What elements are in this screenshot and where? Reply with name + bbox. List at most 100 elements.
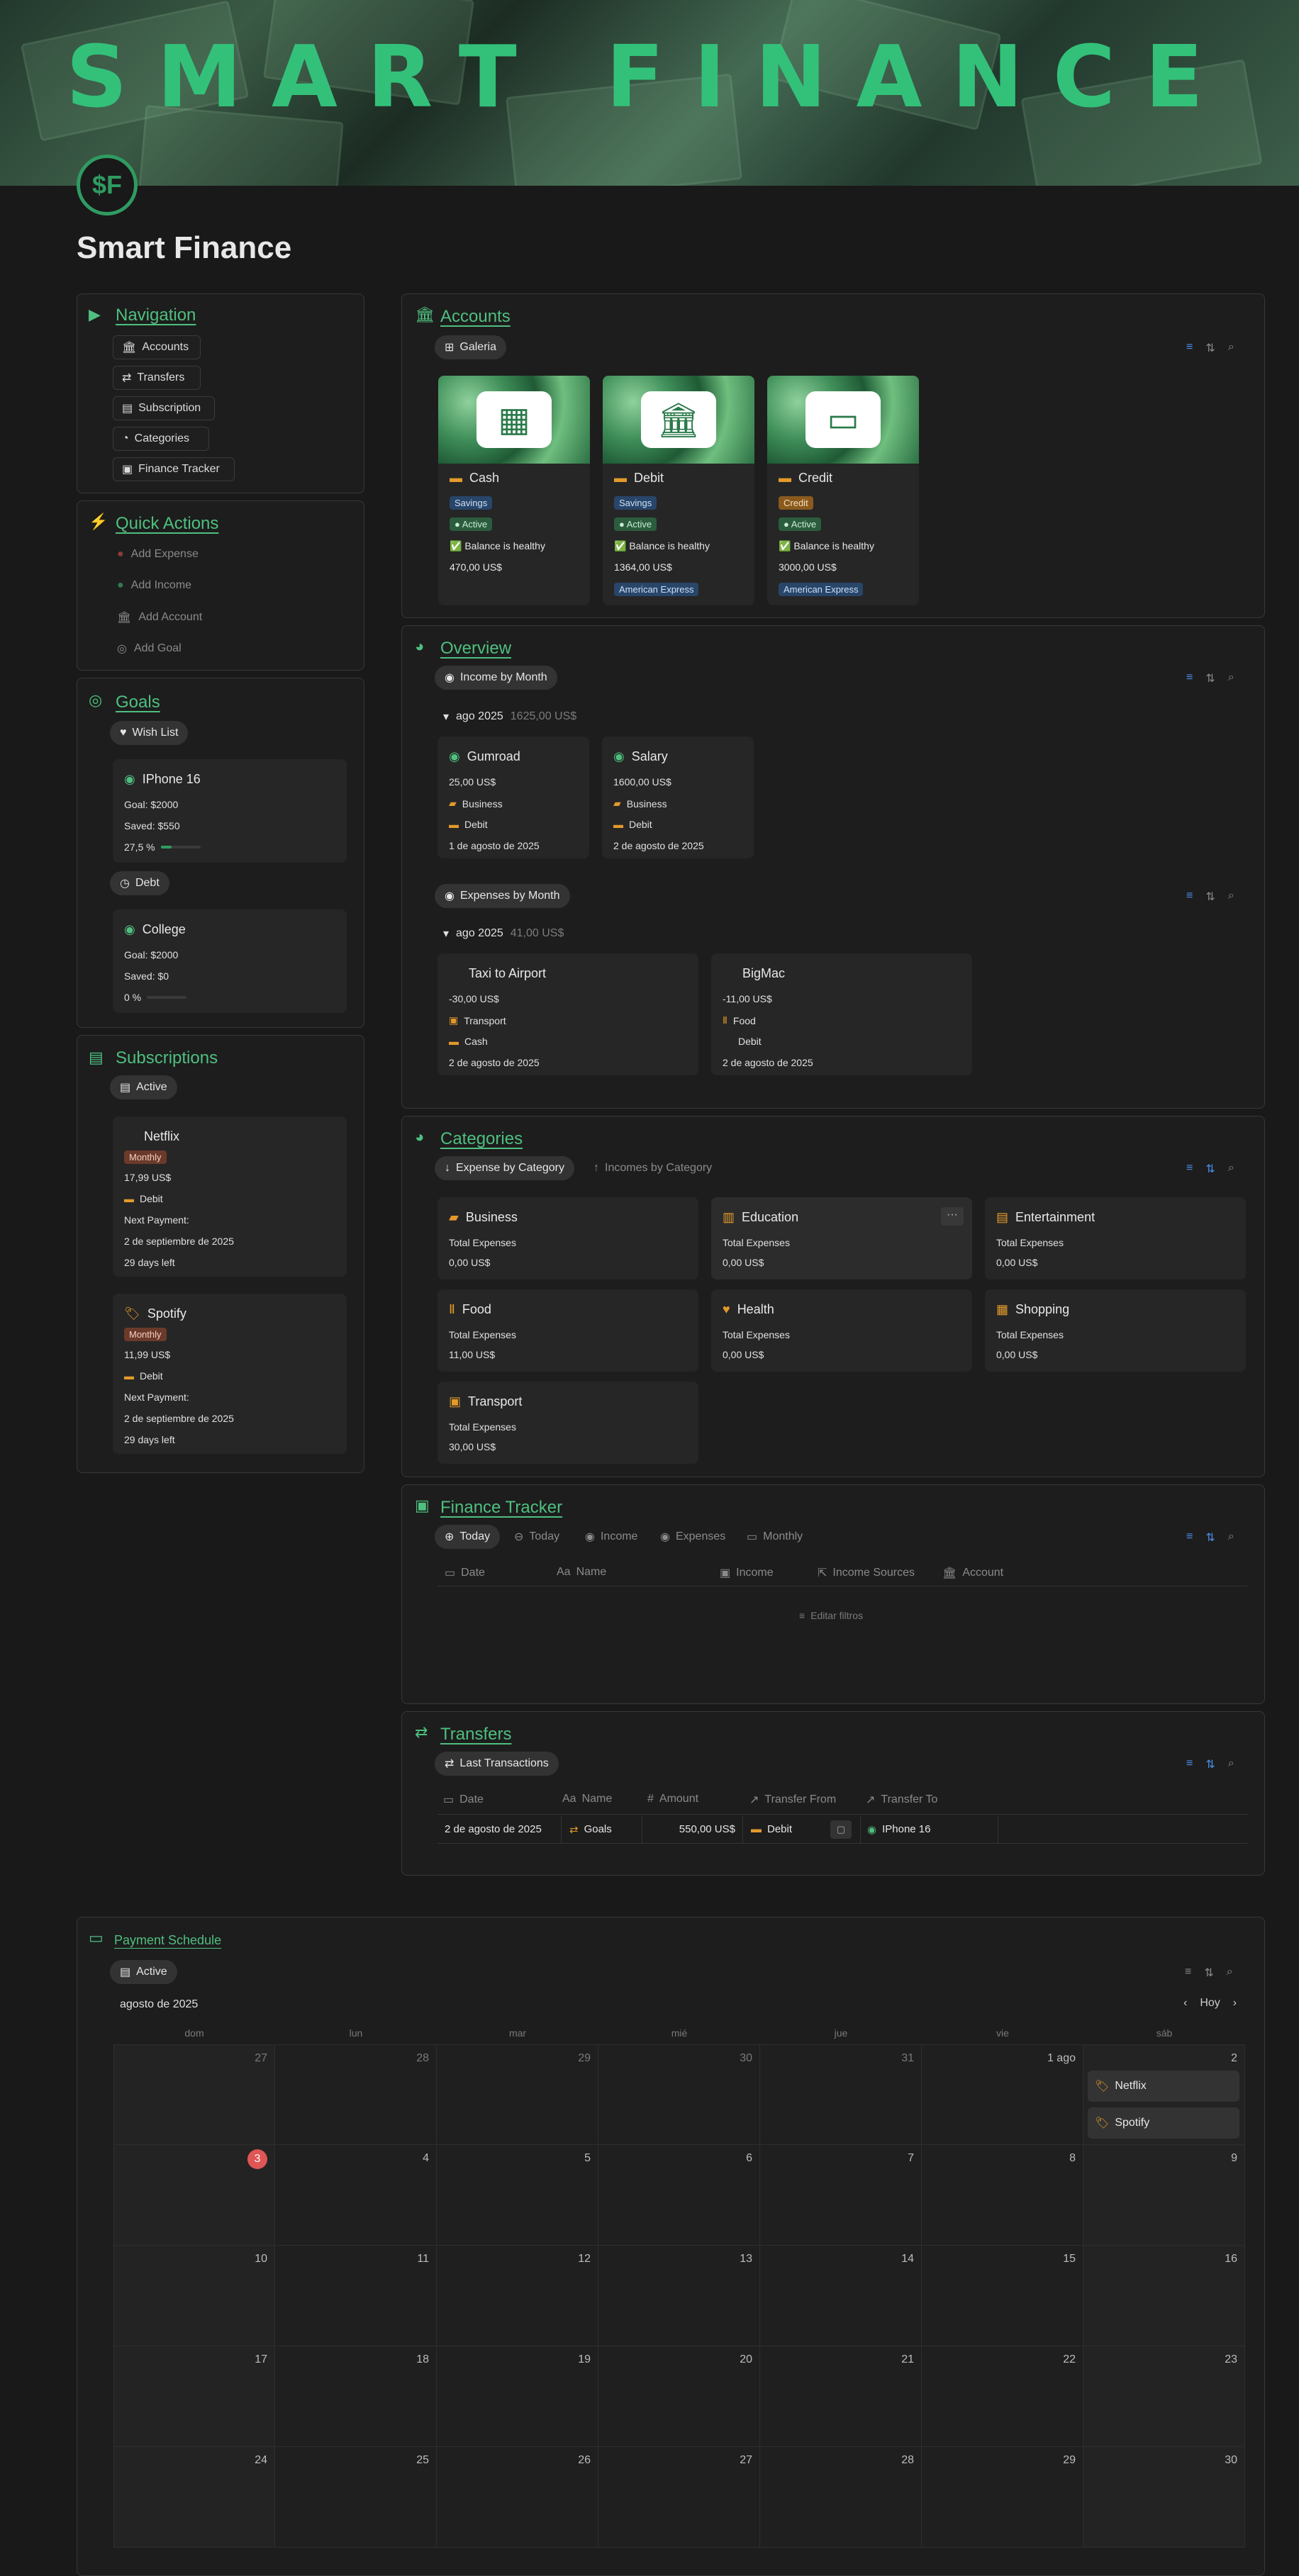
nav-categories-button[interactable]: ◔ Categories [113, 427, 209, 451]
filter-icon[interactable]: ≡ [1186, 1757, 1193, 1771]
calendar-day-cell[interactable]: 13 [598, 2246, 760, 2346]
goal-college-card[interactable]: ◉ College Goal: $2000 Saved: $0 0 % [113, 909, 347, 1013]
calendar-day-cell[interactable]: 20 [598, 2346, 760, 2447]
expense-taxi-card[interactable]: Taxi to Airport -30,00 US$ ▣ Transport ▬ C… [437, 953, 698, 1075]
search-icon[interactable]: ⌕ [1228, 1530, 1234, 1545]
today-tab-active[interactable]: ⊕ Today [435, 1525, 501, 1549]
filter-icon[interactable]: ≡ [1186, 671, 1193, 685]
sort-icon[interactable]: ⇅ [1205, 671, 1215, 685]
wish-list-tab[interactable]: ♥ Wish List [110, 721, 189, 745]
col-name[interactable]: Aa Name [557, 1566, 606, 1579]
expense-bigmac-card[interactable]: BigMac -11,00 US$ Ⅱ Food Debit 2 de agost… [711, 953, 972, 1075]
active-filter-tab[interactable]: ▤ Active [110, 1960, 177, 1984]
nav-subscription-button[interactable]: ▤ Subscription [113, 396, 215, 420]
sort-icon[interactable]: ⇅ [1204, 1966, 1213, 1980]
col-date[interactable]: ▭ Date [443, 1793, 484, 1807]
col-name[interactable]: Aa Name [562, 1793, 612, 1805]
filter-icon[interactable]: ≡ [1186, 1162, 1193, 1176]
search-icon[interactable]: ⌕ [1228, 1162, 1234, 1176]
nav-transfers-button[interactable]: ⇄ Transfers [113, 366, 201, 390]
filter-icon[interactable]: ≡ [1186, 890, 1193, 904]
calendar-day-cell[interactable]: 28 [760, 2447, 922, 2548]
income-by-month-tab[interactable]: ◉ Income by Month [435, 666, 557, 690]
today-button[interactable]: Hoy [1200, 1997, 1220, 2010]
category-transport-card[interactable]: ▣ Transport Total Expenses 30,00 US$ [437, 1382, 698, 1464]
calendar-day-cell[interactable]: 31 [760, 2044, 922, 2145]
calendar-day-cell[interactable]: 2 🏷 Netflix 🏷 Spotify [1083, 2044, 1245, 2145]
add-account-button[interactable]: 🏛 Add Account [117, 610, 202, 625]
last-transactions-tab[interactable]: ⇄ Last Transactions [435, 1752, 559, 1776]
expenses-by-month-tab[interactable]: ◉ Expenses by Month [435, 884, 570, 908]
expense-by-category-tab[interactable]: ↓ Expense by Category [435, 1156, 574, 1180]
calendar-day-cell[interactable]: 21 [760, 2346, 922, 2447]
expense-group-header[interactable]: ▾ ago 2025 41,00 US$ [443, 926, 564, 941]
col-transfer-from[interactable]: ↗ Transfer From [749, 1793, 836, 1807]
calendar-day-cell[interactable]: 7 [760, 2145, 922, 2246]
category-business-card[interactable]: ▰ Business Total Expenses 0,00 US$ [437, 1197, 698, 1279]
calendar-day-cell[interactable]: 16 [1083, 2246, 1245, 2346]
calendar-day-cell[interactable]: 27 [113, 2044, 275, 2145]
overview-title[interactable]: Overview [440, 639, 511, 659]
add-expense-button[interactable]: ● Add Expense [117, 548, 199, 561]
chevron-right-icon[interactable]: › [1233, 1997, 1237, 2010]
income-group-header[interactable]: ▾ ago 2025 1625,00 US$ [443, 710, 576, 724]
calendar-day-cell[interactable]: 29 [922, 2447, 1083, 2548]
sort-icon[interactable]: ⇅ [1205, 890, 1215, 904]
today-tab[interactable]: ⊖ Today [508, 1525, 565, 1549]
calendar-day-cell[interactable]: 27 [598, 2447, 760, 2548]
account-credit-card[interactable]: ▭ ▬ Credit Credit ● Active ✅ Balance is h… [767, 376, 919, 605]
calendar-day-cell[interactable]: 29 [437, 2044, 598, 2145]
subscription-netflix-card[interactable]: Netflix Monthly 17,99 US$ ▬ Debit Next Pa… [113, 1116, 347, 1277]
col-transfer-to[interactable]: ↗ Transfer To [866, 1793, 937, 1807]
accounts-title[interactable]: Accounts [440, 307, 511, 327]
calendar-day-cell[interactable]: 10 [113, 2246, 275, 2346]
search-icon[interactable]: ⌕ [1228, 1757, 1234, 1771]
calendar-day-cell[interactable]: 19 [437, 2346, 598, 2447]
category-entertainment-card[interactable]: ▤ Entertainment Total Expenses 0,00 US$ [985, 1197, 1246, 1279]
category-food-card[interactable]: Ⅱ Food Total Expenses 11,00 US$ [437, 1289, 698, 1372]
category-health-card[interactable]: ♥ Health Total Expenses 0,00 US$ [711, 1289, 972, 1372]
expenses-tab[interactable]: ◉ Expenses [654, 1525, 731, 1549]
calendar-day-cell[interactable]: 25 [275, 2447, 437, 2548]
filter-icon[interactable]: ≡ [1186, 1530, 1193, 1545]
income-gumroad-card[interactable]: ◉ Gumroad 25,00 US$ ▰ Business ▬ Debit 1 de… [437, 737, 589, 858]
calendar-day-cell[interactable]: 18 [275, 2346, 437, 2447]
search-icon[interactable]: ⌕ [1228, 890, 1234, 904]
filter-icon[interactable]: ≡ [1186, 341, 1193, 355]
calendar-day-cell[interactable]: 8 [922, 2145, 1083, 2246]
goals-title[interactable]: Goals [116, 693, 160, 712]
sort-icon[interactable]: ⇅ [1205, 1757, 1215, 1771]
search-icon[interactable]: ⌕ [1227, 1966, 1233, 1980]
calendar-event[interactable]: 🏷 Netflix [1088, 2071, 1239, 2102]
edit-filters-button[interactable]: ≡ Editar filtros [799, 1610, 863, 1621]
goal-iphone-card[interactable]: ◉ IPhone 16 Goal: $2000 Saved: $550 27,5 … [113, 759, 347, 863]
chevron-left-icon[interactable]: ‹ [1183, 1997, 1187, 2010]
add-income-button[interactable]: ● Add Income [117, 579, 191, 592]
navigation-title[interactable]: Navigation [116, 306, 196, 325]
calendar-day-cell[interactable]: 22 [922, 2346, 1083, 2447]
monthly-tab[interactable]: ▭ Monthly [741, 1525, 808, 1549]
sort-icon[interactable]: ⇅ [1205, 1162, 1215, 1176]
calendar-day-cell[interactable]: 30 [598, 2044, 760, 2145]
income-tab[interactable]: ◉ Income [579, 1525, 643, 1549]
debt-tab[interactable]: ◷ Debt [110, 871, 169, 895]
subscription-spotify-card[interactable]: 🏷 Spotify Monthly 11,99 US$ ▬ Debit Next P… [113, 1294, 347, 1454]
calendar-day-cell[interactable]: 3 [113, 2145, 275, 2246]
calendar-day-cell[interactable]: 28 [275, 2044, 437, 2145]
category-shopping-card[interactable]: ▦ Shopping Total Expenses 0,00 US$ [985, 1289, 1246, 1372]
quick-actions-title[interactable]: Quick Actions [116, 514, 218, 534]
col-amount[interactable]: # Amount [647, 1793, 698, 1805]
sort-icon[interactable]: ⇅ [1205, 1530, 1215, 1545]
calendar-day-cell[interactable]: 14 [760, 2246, 922, 2346]
add-goal-button[interactable]: ◎ Add Goal [117, 642, 182, 656]
calendar-day-cell[interactable]: 9 [1083, 2145, 1245, 2246]
nav-accounts-button[interactable]: 🏛 Accounts [113, 335, 201, 359]
payment-schedule-title[interactable]: Payment Schedule [114, 1933, 221, 1948]
gallery-view-tab[interactable]: ⊞ Galeria [435, 335, 506, 359]
col-income[interactable]: ▣ Income [720, 1566, 774, 1580]
calendar-day-cell[interactable]: 17 [113, 2346, 275, 2447]
account-cash-card[interactable]: ▦ ▬ Cash Savings ● Active ✅ Balance is he… [438, 376, 590, 605]
nav-finance-tracker-button[interactable]: ▣ Finance Tracker [113, 457, 235, 481]
category-education-card[interactable]: ▥ Education Total Expenses 0,00 US$ ··· [711, 1197, 972, 1279]
calendar-day-cell[interactable]: 12 [437, 2246, 598, 2346]
